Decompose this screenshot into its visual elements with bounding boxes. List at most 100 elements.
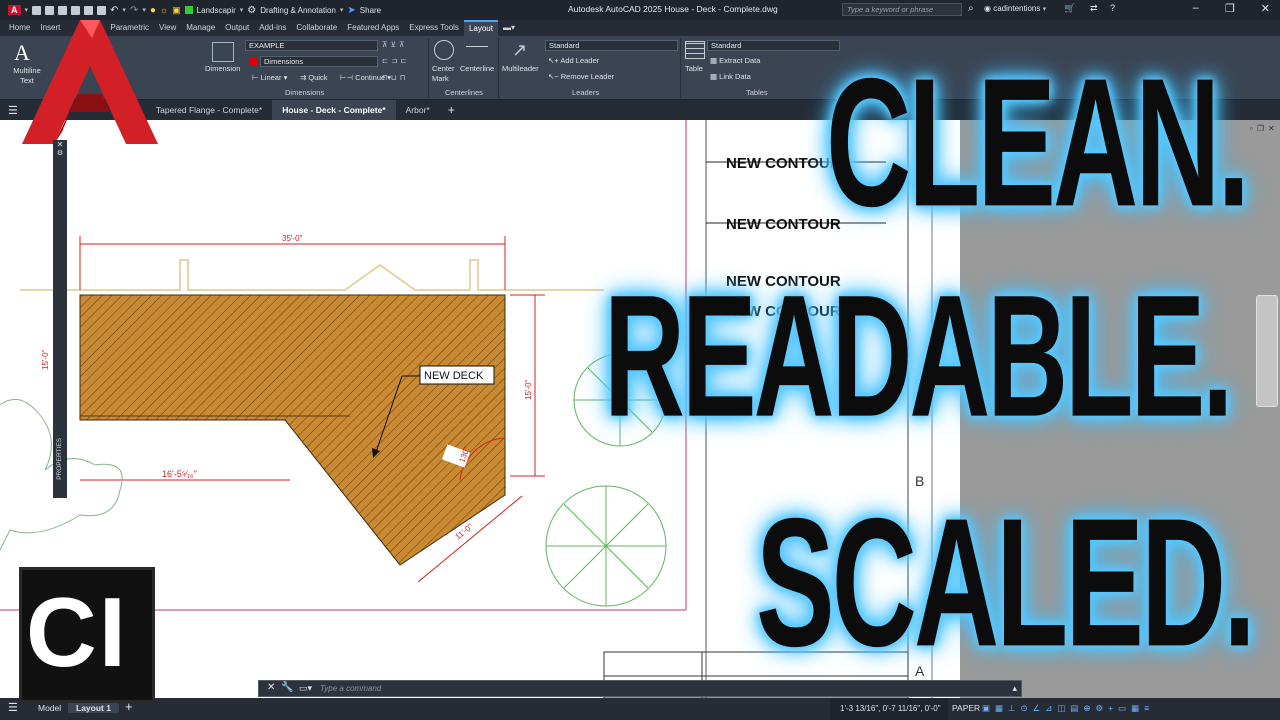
- dim-layer-combo[interactable]: Dimensions: [260, 56, 378, 67]
- share-icon[interactable]: ➤: [347, 5, 355, 16]
- layer-on-icon[interactable]: ●: [150, 5, 156, 16]
- tab-featured-apps[interactable]: Featured Apps: [342, 20, 404, 36]
- new-deck-label: NEW DECK: [424, 370, 484, 382]
- table-style-combo[interactable]: Standard: [707, 40, 840, 51]
- remove-leader-icon: ↖−: [548, 72, 561, 81]
- close-icon[interactable]: ✕: [1261, 2, 1270, 15]
- minimize-icon[interactable]: –: [1193, 2, 1199, 15]
- redo-icon[interactable]: ↷: [130, 5, 138, 16]
- app-menu-button[interactable]: A: [8, 5, 21, 15]
- user-account[interactable]: ◉ cadintentions ▾: [984, 4, 1046, 13]
- dim-right-label: 15'-0": [524, 379, 533, 400]
- save-icon[interactable]: [58, 5, 68, 15]
- workspace-chevron-icon[interactable]: ▾: [340, 6, 344, 14]
- file-tab[interactable]: Arbor*: [396, 100, 440, 120]
- plot-icon[interactable]: [97, 5, 107, 15]
- share-button[interactable]: Share: [360, 6, 381, 15]
- command-history-icon[interactable]: ▭▾: [299, 683, 312, 694]
- viewport-window-controls[interactable]: ▫❐✕: [1250, 124, 1279, 133]
- help-icon[interactable]: ?: [1110, 3, 1115, 13]
- cart-icon[interactable]: 🛒: [1064, 3, 1075, 14]
- app-menu-chevron-icon[interactable]: ▾: [25, 6, 29, 14]
- navigation-bar[interactable]: [1256, 295, 1278, 407]
- layer-sun-icon[interactable]: ☼: [160, 5, 168, 15]
- window-title: Autodesk AutoCAD 2025 House - Deck - Com…: [568, 4, 778, 14]
- tab-manage[interactable]: Manage: [181, 20, 220, 36]
- quick-dim-button[interactable]: ⇉ Quick: [300, 73, 328, 82]
- workspace-dropdown[interactable]: Drafting & Annotation: [260, 6, 336, 15]
- link-data-button[interactable]: ▦ Link Data: [710, 72, 751, 81]
- layer-dropdown[interactable]: Landscapir: [197, 6, 236, 15]
- command-close-icon[interactable]: ✕: [267, 682, 275, 693]
- command-customize-icon[interactable]: 🔧: [281, 682, 293, 693]
- exchange-icon[interactable]: ⇄: [1090, 3, 1098, 14]
- tab-add-ins[interactable]: Add-ins: [254, 20, 291, 36]
- undo-icon[interactable]: ↶: [110, 5, 118, 16]
- table-icon[interactable]: [685, 41, 705, 59]
- extract-data-icon: ▦: [710, 56, 720, 65]
- user-chevron-icon: ▾: [1042, 6, 1047, 13]
- overlay-title-line-1: CLEAN.: [826, 41, 1250, 246]
- title-bar: A ▾ ↶ ▾ ↷ ▾ ● ☼ ▣ Landscapir ▾ ⚙ Draftin…: [0, 0, 1280, 20]
- workspace-gear-icon[interactable]: ⚙: [247, 5, 256, 16]
- properties-label: PROPERTIES: [56, 438, 63, 480]
- center-mark-icon[interactable]: [434, 40, 454, 60]
- layer-red-swatch: [250, 57, 258, 65]
- remove-leader-button[interactable]: ↖− Remove Leader: [548, 72, 614, 81]
- tab-collaborate[interactable]: Collaborate: [291, 20, 342, 36]
- file-tab-active[interactable]: House - Deck - Complete*: [272, 100, 396, 120]
- paper-space-toggle[interactable]: PAPER: [952, 703, 980, 713]
- centerline-icon[interactable]: [466, 46, 488, 47]
- search-icon[interactable]: ⌕: [968, 3, 974, 14]
- overlay-title-line-2: READABLE.: [604, 259, 1233, 453]
- layer-chevron-icon[interactable]: ▾: [240, 6, 244, 14]
- tab-layout-1[interactable]: Layout 1: [68, 703, 119, 713]
- dim-tools-icons[interactable]: ⊼⊻⊼: [382, 40, 407, 49]
- maximize-icon[interactable]: ❐: [1225, 2, 1235, 15]
- add-leader-button[interactable]: ↖+ Add Leader: [548, 56, 599, 65]
- tab-model[interactable]: Model: [38, 703, 61, 713]
- web-mobile-icon[interactable]: [84, 5, 94, 15]
- search-input[interactable]: Type a keyword or phrase: [842, 3, 962, 16]
- status-bar: ☰ Model Layout 1 + PAPER ▣▦⊥⊙∠⊿◫▤⊕⚙+▭▦≡: [0, 698, 1280, 720]
- table-button[interactable]: Table: [685, 64, 703, 73]
- multileader-button[interactable]: Multileader: [502, 64, 539, 73]
- dimensions-panel-title[interactable]: Dimensions: [285, 88, 324, 97]
- multileader-icon[interactable]: ↗: [512, 40, 527, 61]
- dim-style-combo[interactable]: EXAMPLE: [245, 40, 378, 51]
- ribbon-minimize-icon[interactable]: ▬▾: [498, 20, 520, 36]
- dim-tools-icons-3[interactable]: ⊓⊔⊓: [382, 73, 409, 82]
- linear-button[interactable]: ⊢ Linear ▾: [252, 73, 287, 82]
- center-mark-button[interactable]: Center Mark: [432, 64, 458, 84]
- status-menu-icon[interactable]: ☰: [8, 701, 18, 714]
- ribbon-divider: [498, 38, 499, 98]
- link-data-icon: ▦: [710, 72, 720, 81]
- tab-output[interactable]: Output: [220, 20, 254, 36]
- dimension-icon[interactable]: [212, 42, 234, 62]
- redo-chevron-icon[interactable]: ▾: [142, 6, 146, 14]
- new-tab-plus-icon[interactable]: +: [440, 103, 463, 117]
- tab-layout[interactable]: Layout: [463, 20, 498, 36]
- status-toggle-icons[interactable]: ▣▦⊥⊙∠⊿◫▤⊕⚙+▭▦≡: [982, 703, 1154, 714]
- contour-label: NEW CONTOUR: [726, 155, 841, 172]
- command-input[interactable]: Type a command: [320, 684, 381, 693]
- new-file-icon[interactable]: [32, 5, 42, 15]
- leaders-panel-title[interactable]: Leaders: [572, 88, 599, 97]
- leader-style-combo[interactable]: Standard: [545, 40, 678, 51]
- layer-lock-icon[interactable]: ▣: [172, 5, 181, 16]
- continue-icon: ⊢⊣: [340, 73, 356, 82]
- palette-settings-icon[interactable]: ⚙: [53, 149, 67, 157]
- palette-close-icon[interactable]: ✕: [53, 140, 67, 149]
- centerline-button[interactable]: Centerline: [460, 64, 494, 73]
- dimension-button[interactable]: Dimension: [205, 64, 240, 73]
- dim-tools-icons-2[interactable]: ⊏⊐⊏: [382, 56, 410, 65]
- centerlines-panel-title: Centerlines: [445, 88, 483, 97]
- save-as-icon[interactable]: [71, 5, 81, 15]
- tab-express-tools[interactable]: Express Tools: [404, 20, 464, 36]
- window-controls: – ❐ ✕: [1193, 2, 1270, 15]
- ribbon-divider: [680, 38, 681, 98]
- extract-data-button[interactable]: ▦ Extract Data: [710, 56, 760, 65]
- dim-bottom-left-label: 16'-5⁵⁄₁₆": [162, 469, 197, 479]
- open-file-icon[interactable]: [45, 5, 55, 15]
- undo-chevron-icon[interactable]: ▾: [122, 6, 126, 14]
